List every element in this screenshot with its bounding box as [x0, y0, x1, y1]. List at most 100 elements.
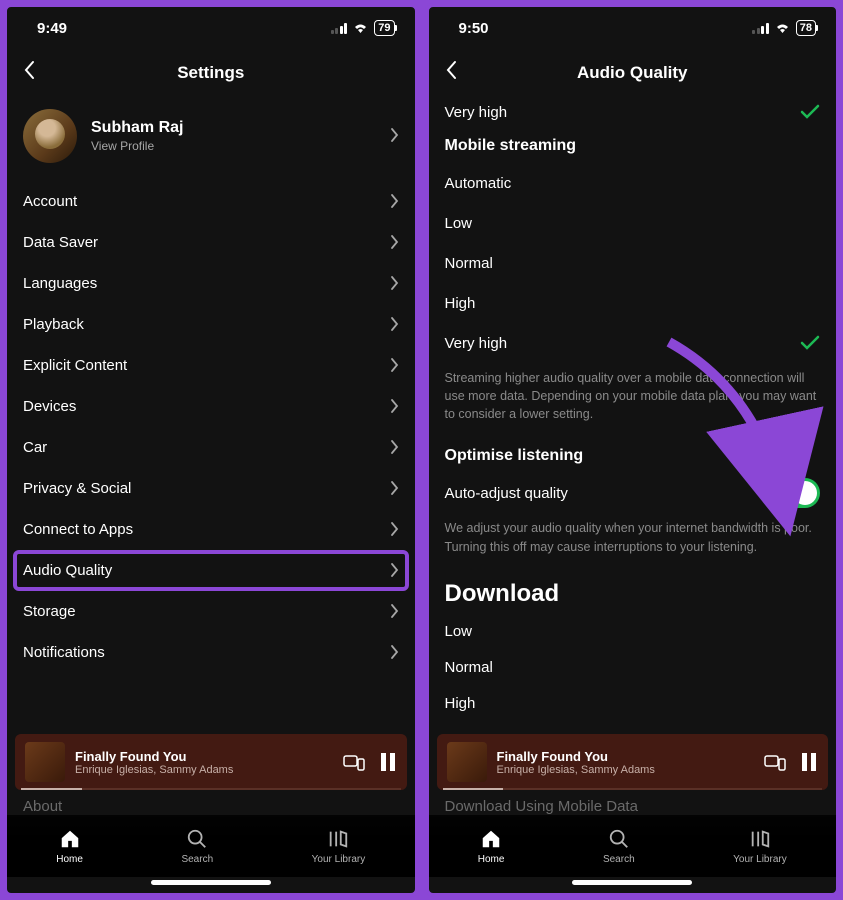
settings-item-label: Languages: [23, 275, 97, 292]
settings-item-connect-to-apps[interactable]: Connect to Apps: [23, 509, 399, 550]
track-artist: Enrique Iglesias, Sammy Adams: [75, 764, 333, 776]
quality-option-veryhigh-top[interactable]: Very high: [445, 97, 821, 127]
nav-library[interactable]: Your Library: [733, 828, 787, 865]
settings-item-label: Devices: [23, 398, 76, 415]
mobile-option-high[interactable]: High: [445, 283, 821, 323]
settings-item-privacy-social[interactable]: Privacy & Social: [23, 468, 399, 509]
status-time: 9:50: [459, 20, 489, 37]
nav-library-label: Your Library: [733, 854, 787, 865]
option-label: Normal: [445, 255, 493, 272]
chevron-right-icon: [390, 476, 399, 502]
chevron-right-icon: [390, 517, 399, 543]
mobile-streaming-heading: Mobile streaming: [445, 137, 821, 155]
progress-bar[interactable]: [443, 788, 823, 790]
pause-button[interactable]: [381, 753, 397, 771]
nav-home-label: Home: [56, 854, 83, 865]
auto-adjust-label: Auto-adjust quality: [445, 485, 568, 502]
nav-search[interactable]: Search: [603, 828, 635, 865]
track-title: Finally Found You: [75, 749, 333, 764]
progress-bar[interactable]: [21, 788, 401, 790]
battery-level: 78: [800, 22, 812, 34]
settings-item-about-faded: About: [7, 798, 415, 815]
chevron-right-icon: [390, 640, 399, 666]
download-option-low[interactable]: Low: [445, 614, 821, 650]
settings-item-playback[interactable]: Playback: [23, 304, 399, 345]
header: Settings: [7, 49, 415, 97]
mobile-option-normal[interactable]: Normal: [445, 243, 821, 283]
status-bar: 9:50 78: [429, 7, 837, 49]
settings-item-label: Notifications: [23, 644, 105, 661]
settings-item-car[interactable]: Car: [23, 427, 399, 468]
nav-search[interactable]: Search: [181, 828, 213, 865]
settings-item-audio-quality[interactable]: Audio Quality: [13, 550, 409, 591]
nav-library[interactable]: Your Library: [312, 828, 366, 865]
battery-icon: 79: [374, 20, 394, 36]
chevron-right-icon: [390, 189, 399, 215]
wifi-icon: [352, 22, 369, 34]
back-button[interactable]: [445, 59, 457, 87]
option-label: Automatic: [445, 175, 512, 192]
check-icon: [800, 330, 820, 356]
home-indicator: [7, 877, 415, 893]
settings-item-label: Car: [23, 439, 47, 456]
battery-icon: 78: [796, 20, 816, 36]
option-label: Very high: [445, 335, 508, 352]
chevron-right-icon: [390, 558, 399, 584]
settings-item-label: Audio Quality: [23, 562, 112, 579]
check-icon: [800, 99, 820, 125]
option-label: Normal: [445, 659, 493, 676]
chevron-right-icon: [390, 271, 399, 297]
nav-home[interactable]: Home: [56, 828, 83, 865]
phone-right: 9:50 78 Audio Quality Very high Mobile s…: [425, 3, 841, 897]
chevron-right-icon: [390, 353, 399, 379]
phone-left: 9:49 79 Settings Subham Raj View Profile: [3, 3, 419, 897]
track-title: Finally Found You: [497, 749, 755, 764]
mobile-option-low[interactable]: Low: [445, 203, 821, 243]
settings-item-storage[interactable]: Storage: [23, 591, 399, 632]
devices-icon[interactable]: [764, 754, 784, 770]
nav-home-label: Home: [478, 854, 505, 865]
cellular-signal-icon: [752, 23, 769, 34]
bottom-nav: Home Search Your Library: [7, 815, 415, 877]
chevron-right-icon: [390, 312, 399, 338]
settings-item-explicit-content[interactable]: Explicit Content: [23, 345, 399, 386]
mobile-option-very-high[interactable]: Very high: [445, 323, 821, 363]
battery-level: 79: [378, 22, 390, 34]
chevron-right-icon: [390, 123, 399, 149]
settings-item-label: Privacy & Social: [23, 480, 131, 497]
wifi-icon: [774, 22, 791, 34]
settings-item-label: Storage: [23, 603, 76, 620]
home-indicator: [429, 877, 837, 893]
pause-button[interactable]: [802, 753, 818, 771]
download-option-high[interactable]: High: [445, 686, 821, 722]
auto-adjust-description: We adjust your audio quality when your i…: [445, 519, 821, 555]
settings-item-label: Playback: [23, 316, 84, 333]
settings-item-account[interactable]: Account: [23, 181, 399, 222]
settings-item-devices[interactable]: Devices: [23, 386, 399, 427]
auto-adjust-toggle[interactable]: [770, 478, 820, 508]
settings-item-label: Data Saver: [23, 234, 98, 251]
devices-icon[interactable]: [343, 754, 363, 770]
chevron-right-icon: [390, 599, 399, 625]
now-playing-bar[interactable]: Finally Found You Enrique Iglesias, Samm…: [437, 734, 829, 790]
page-title: Settings: [7, 63, 415, 83]
cellular-signal-icon: [331, 23, 348, 34]
nav-home[interactable]: Home: [478, 828, 505, 865]
settings-item-notifications[interactable]: Notifications: [23, 632, 399, 673]
profile-subtitle: View Profile: [91, 139, 376, 153]
album-art: [25, 742, 65, 782]
settings-item-data-saver[interactable]: Data Saver: [23, 222, 399, 263]
settings-item-label: Account: [23, 193, 77, 210]
mobile-option-automatic[interactable]: Automatic: [445, 163, 821, 203]
optimise-listening-heading: Optimise listening: [445, 447, 821, 465]
nav-search-label: Search: [603, 854, 635, 865]
profile-row[interactable]: Subham Raj View Profile: [23, 97, 399, 181]
settings-item-languages[interactable]: Languages: [23, 263, 399, 304]
download-option-normal[interactable]: Normal: [445, 650, 821, 686]
now-playing-bar[interactable]: Finally Found You Enrique Iglesias, Samm…: [15, 734, 407, 790]
auto-adjust-row: Auto-adjust quality: [445, 473, 821, 513]
download-mobile-data-faded: Download Using Mobile Data: [429, 798, 837, 815]
track-artist: Enrique Iglesias, Sammy Adams: [497, 764, 755, 776]
bottom-nav: Home Search Your Library: [429, 815, 837, 877]
back-button[interactable]: [23, 59, 35, 87]
